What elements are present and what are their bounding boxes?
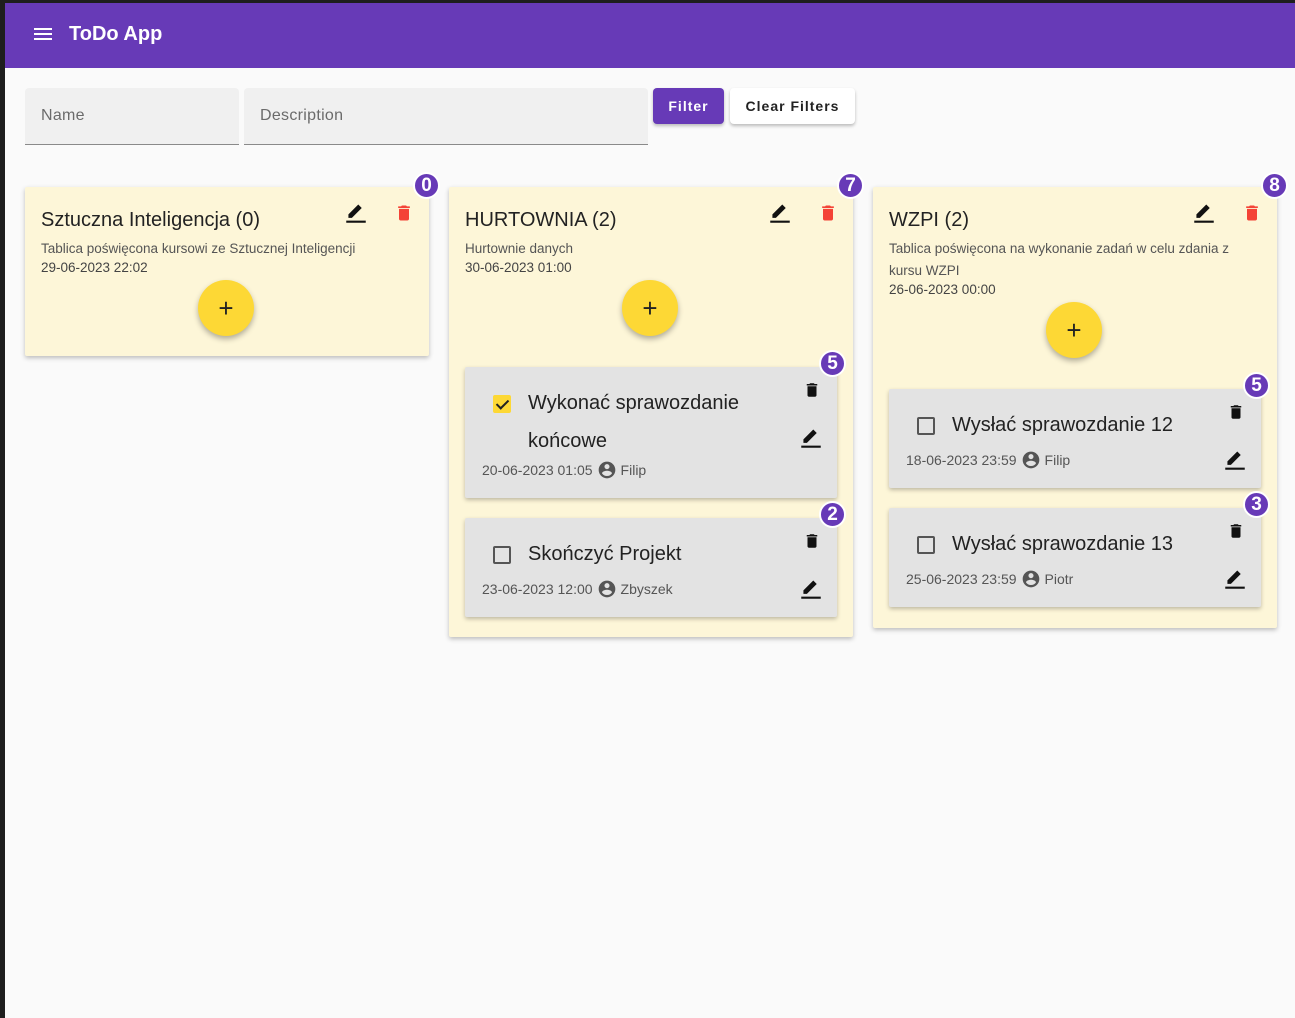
board-badge: 7 <box>837 172 864 199</box>
board-title: Sztuczna Inteligencja (0) <box>41 209 261 231</box>
board-date: 29-06-2023 22:02 <box>41 260 148 275</box>
board-card: WZPI (2) Tablica poświęcona na wykonanie… <box>873 172 1288 628</box>
task-checkbox[interactable] <box>493 546 511 564</box>
board-title: HURTOWNIA (2) <box>465 209 617 231</box>
description-filter-field[interactable] <box>244 88 648 145</box>
task-user: Filip <box>1044 452 1071 468</box>
name-filter-field[interactable] <box>25 88 239 145</box>
edit-icon[interactable] <box>798 425 824 451</box>
task-card: Wykonać sprawozdanie końcowe 20-06-2023 … <box>465 350 846 498</box>
name-filter-input[interactable] <box>25 88 239 144</box>
app-title: ToDo App <box>69 23 163 45</box>
task-meta: 25-06-2023 23:59 Piotr <box>906 569 1073 589</box>
add-icon: + <box>218 293 234 323</box>
task-user: Filip <box>620 462 647 478</box>
board-description: Tablica poświęcona na wykonanie zadań w … <box>889 241 1229 278</box>
task-title: Wysłać sprawozdanie 12 <box>952 414 1174 436</box>
task-user: Piotr <box>1044 571 1074 587</box>
board-badge: 8 <box>1261 172 1288 199</box>
task-date: 25-06-2023 23:59 <box>906 571 1017 587</box>
task-meta: 23-06-2023 12:00 Zbyszek <box>482 579 673 599</box>
task-title: Wykonać sprawozdanie końcowe <box>528 392 740 452</box>
task-card: Wysłać sprawozdanie 12 18-06-2023 23:59 … <box>889 372 1270 488</box>
add-task-button[interactable]: + <box>622 280 678 336</box>
task-user: Zbyszek <box>620 581 673 597</box>
task-badge: 2 <box>819 501 846 528</box>
add-icon: + <box>1066 315 1082 345</box>
task-meta: 20-06-2023 01:05 Filip <box>482 460 646 480</box>
account-circle-icon <box>1022 570 1039 588</box>
board-title: WZPI (2) <box>889 209 969 231</box>
edit-icon[interactable] <box>798 576 824 602</box>
task-meta: 18-06-2023 23:59 Filip <box>906 450 1070 470</box>
task-title: Skończyć Projekt <box>528 543 682 565</box>
task-date: 20-06-2023 01:05 <box>482 462 593 478</box>
edit-icon[interactable] <box>1222 566 1248 592</box>
task-checkbox[interactable] <box>917 417 935 435</box>
board-description: Tablica poświęcona kursowi ze Sztucznej … <box>41 241 356 256</box>
board-description: Hurtownie danych <box>465 241 574 256</box>
menu-icon[interactable] <box>34 25 56 45</box>
account-circle-icon <box>598 461 615 479</box>
task-badge: 5 <box>1243 372 1270 399</box>
edit-icon[interactable] <box>1222 447 1248 473</box>
filter-button[interactable]: Filter <box>653 88 724 124</box>
clear-filters-button[interactable]: Clear Filters <box>730 88 855 124</box>
delete-icon[interactable] <box>818 202 838 224</box>
task-card: Skończyć Projekt 23-06-2023 12:00 Zbysze… <box>465 501 846 617</box>
app-window: ToDo App Filter Clear Filters Sztuczna I… <box>5 3 1295 1018</box>
edit-icon[interactable] <box>343 200 369 226</box>
board-date: 26-06-2023 00:00 <box>889 282 996 297</box>
board-date: 30-06-2023 01:00 <box>465 260 572 275</box>
account-circle-icon <box>598 580 615 598</box>
task-date: 23-06-2023 12:00 <box>482 581 593 597</box>
task-badge: 5 <box>819 350 846 377</box>
board-card: HURTOWNIA (2) Hurtownie danych 30-06-202… <box>449 172 864 637</box>
task-card: Wysłać sprawozdanie 13 25-06-2023 23:59 … <box>889 491 1270 607</box>
delete-icon[interactable] <box>1227 521 1245 541</box>
account-circle-icon <box>1022 451 1039 469</box>
task-title: Wysłać sprawozdanie 13 <box>952 533 1174 555</box>
delete-icon[interactable] <box>803 380 821 400</box>
task-checkbox[interactable] <box>917 536 935 554</box>
delete-icon[interactable] <box>1242 202 1262 224</box>
delete-icon[interactable] <box>803 531 821 551</box>
board-card: Sztuczna Inteligencja (0) Tablica poświę… <box>25 172 440 356</box>
edit-icon[interactable] <box>1191 200 1217 226</box>
add-task-button[interactable]: + <box>1046 302 1102 358</box>
edit-icon[interactable] <box>767 200 793 226</box>
delete-icon[interactable] <box>1227 402 1245 422</box>
description-filter-input[interactable] <box>244 88 648 144</box>
task-date: 18-06-2023 23:59 <box>906 452 1017 468</box>
add-icon: + <box>642 293 658 323</box>
delete-icon[interactable] <box>394 202 414 224</box>
add-task-button[interactable]: + <box>198 280 254 336</box>
task-checkbox[interactable] <box>493 395 511 413</box>
top-toolbar: ToDo App <box>5 3 1295 68</box>
task-badge: 3 <box>1243 491 1270 518</box>
board-badge: 0 <box>413 172 440 199</box>
